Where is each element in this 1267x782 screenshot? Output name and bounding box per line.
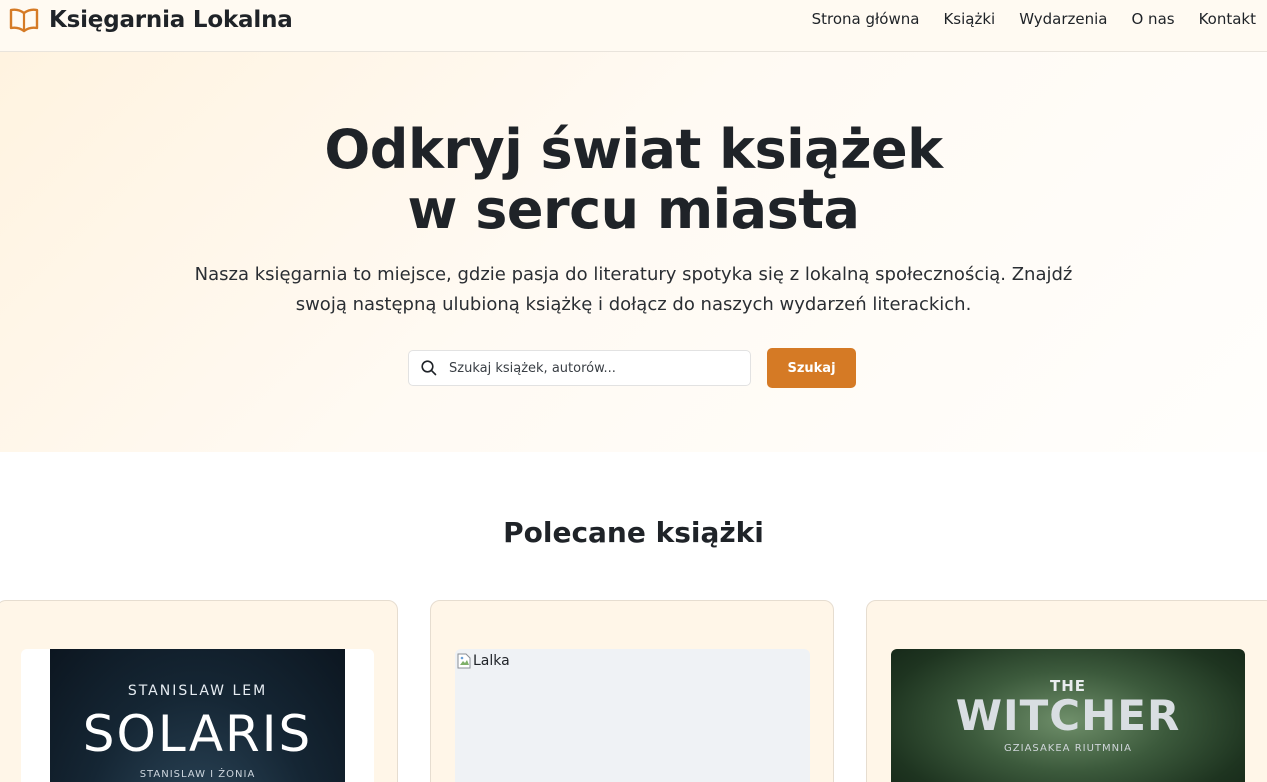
brand-name: Księgarnia Lokalna (49, 7, 293, 33)
open-book-icon (9, 8, 39, 33)
search-input[interactable] (449, 360, 729, 376)
cover-title: SOLARIS (82, 705, 313, 763)
cover-subtitle: GZIASAKEA RIUTMNIA (1004, 743, 1132, 754)
broken-image-placeholder: Lalka (457, 653, 510, 669)
nav-link-home[interactable]: Strona główna (812, 10, 920, 28)
nav-link-events[interactable]: Wydarzenia (1019, 10, 1107, 28)
search-icon (421, 360, 437, 376)
book-cover-lalka[interactable]: Lalka (455, 649, 810, 782)
main-nav: Strona główna Książki Wydarzenia O nas K… (788, 10, 1256, 28)
book-cover-witcher[interactable]: THE WITCHER GZIASAKEA RIUTMNIA (891, 649, 1245, 782)
broken-image-icon (457, 653, 471, 669)
nav-link-contact[interactable]: Kontakt (1199, 10, 1256, 28)
book-card-witcher[interactable]: THE WITCHER GZIASAKEA RIUTMNIA (866, 600, 1267, 782)
broken-image-alt: Lalka (473, 653, 510, 669)
book-cover-frame: STANISLAW LEM SOLARIS STANISLAW I ŻONIA (21, 649, 374, 782)
search-box[interactable] (408, 350, 751, 386)
hero-description: Nasza księgarnia to miejsce, gdzie pasja… (194, 264, 1073, 315)
hero-title: Odkryj świat książek w sercu miasta (0, 120, 1267, 240)
book-cover-solaris[interactable]: STANISLAW LEM SOLARIS STANISLAW I ŻONIA (50, 649, 345, 782)
book-card-solaris[interactable]: STANISLAW LEM SOLARIS STANISLAW I ŻONIA (0, 600, 398, 782)
cover-author: STANISLAW LEM (127, 683, 268, 699)
nav-link-about[interactable]: O nas (1131, 10, 1174, 28)
book-card-lalka[interactable]: Lalka (430, 600, 834, 782)
nav-link-books[interactable]: Książki (943, 10, 995, 28)
brand-logo[interactable]: Księgarnia Lokalna (9, 5, 293, 35)
cover-title: WITCHER (955, 691, 1181, 740)
search-button[interactable]: Szukaj (767, 348, 856, 388)
site-header: Księgarnia Lokalna Strona główna Książki… (0, 0, 1267, 52)
featured-books-title: Polecane książki (503, 516, 764, 549)
hero-section: Odkryj świat książek w sercu miasta Nasz… (0, 52, 1267, 452)
hero-title-line-2: w sercu miasta (407, 178, 860, 241)
hero-title-line-1: Odkryj świat książek (324, 118, 943, 181)
cover-subtitle: STANISLAW I ŻONIA (139, 769, 256, 780)
